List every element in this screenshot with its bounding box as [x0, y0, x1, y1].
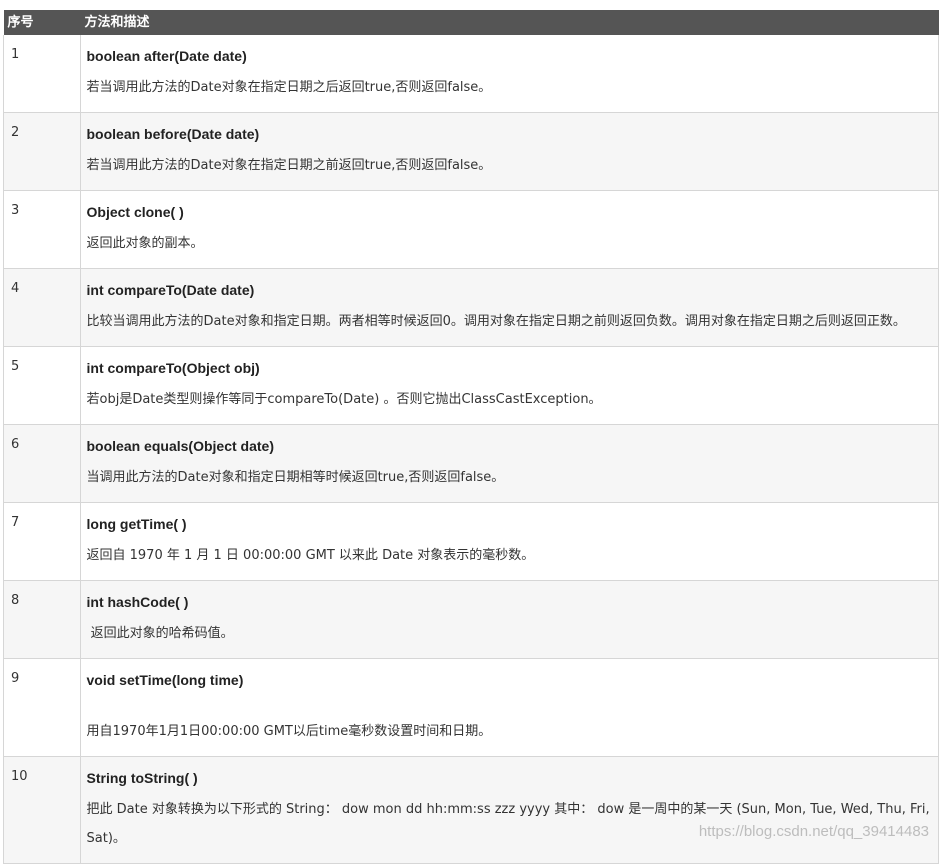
method-description: 返回此对象的副本。	[86, 236, 204, 251]
row-content: long getTime( ) 返回自 1970 年 1 月 1 日 00:00…	[80, 502, 939, 581]
row-number: 7	[3, 502, 81, 581]
method-description: 返回自 1970 年 1 月 1 日 00:00:00 GMT 以来此 Date…	[86, 548, 535, 563]
table-row: 4 int compareTo(Date date) 比较当调用此方法的Date…	[3, 268, 939, 347]
row-number: 5	[3, 346, 81, 425]
method-description: 用自1970年1月1日00:00:00 GMT以后time毫秒数设置时间和日期。	[86, 724, 492, 739]
method-signature: long getTime( )	[86, 516, 187, 532]
row-number: 3	[3, 190, 81, 269]
table-header-row: 序号 方法和描述	[3, 10, 939, 35]
row-number: 6	[3, 424, 81, 503]
method-signature: int hashCode( )	[86, 594, 189, 610]
table-row: 5 int compareTo(Object obj) 若obj是Date类型则…	[3, 346, 939, 425]
row-content: boolean before(Date date) 若当调用此方法的Date对象…	[80, 112, 939, 191]
row-content: boolean equals(Object date) 当调用此方法的Date对…	[80, 424, 939, 503]
row-number: 1	[3, 35, 81, 113]
row-content: String toString( ) 把此 Date 对象转换为以下形式的 St…	[80, 756, 939, 864]
method-signature: int compareTo(Date date)	[86, 282, 255, 298]
source-watermark: https://blog.csdn.net/qq_39414483	[698, 823, 929, 840]
method-signature: int compareTo(Object obj)	[86, 360, 260, 376]
method-description: 若当调用此方法的Date对象在指定日期之前返回true,否则返回false。	[86, 158, 492, 173]
row-number: 8	[3, 580, 81, 659]
method-description: 比较当调用此方法的Date对象和指定日期。两者相等时候返回0。调用对象在指定日期…	[86, 314, 906, 329]
row-number: 2	[3, 112, 81, 191]
row-number: 9	[3, 658, 81, 757]
methods-table-wrapper: 序号 方法和描述 1 boolean after(Date date) 若当调用…	[3, 10, 939, 864]
method-description: 返回此对象的哈希码值。	[86, 626, 234, 641]
method-signature: boolean equals(Object date)	[86, 438, 274, 454]
table-row: 1 boolean after(Date date) 若当调用此方法的Date对…	[3, 35, 939, 113]
row-content: int hashCode( ) 返回此对象的哈希码值。	[80, 580, 939, 659]
method-signature: void setTime(long time)	[86, 672, 244, 688]
row-number: 10	[3, 756, 81, 864]
table-row: 8 int hashCode( ) 返回此对象的哈希码值。	[3, 580, 939, 659]
method-description: 若obj是Date类型则操作等同于compareTo(Date) 。否则它抛出C…	[86, 392, 602, 407]
table-row: 6 boolean equals(Object date) 当调用此方法的Dat…	[3, 424, 939, 503]
header-method-description: 方法和描述	[80, 10, 939, 35]
row-content: void setTime(long time) 用自1970年1月1日00:00…	[80, 658, 939, 757]
row-content: int compareTo(Object obj) 若obj是Date类型则操作…	[80, 346, 939, 425]
table-row: 9 void setTime(long time) 用自1970年1月1日00:…	[3, 658, 939, 757]
method-signature: String toString( )	[86, 770, 198, 786]
row-content: Object clone( ) 返回此对象的副本。	[80, 190, 939, 269]
method-signature: Object clone( )	[86, 204, 184, 220]
row-content: int compareTo(Date date) 比较当调用此方法的Date对象…	[80, 268, 939, 347]
table-row: 2 boolean before(Date date) 若当调用此方法的Date…	[3, 112, 939, 191]
table-row: 10 String toString( ) 把此 Date 对象转换为以下形式的…	[3, 756, 939, 864]
method-description: 当调用此方法的Date对象和指定日期相等时候返回true,否则返回false。	[86, 470, 505, 485]
method-signature: boolean after(Date date)	[86, 48, 247, 64]
row-number: 4	[3, 268, 81, 347]
date-methods-table: 序号 方法和描述 1 boolean after(Date date) 若当调用…	[3, 10, 939, 864]
method-description: 若当调用此方法的Date对象在指定日期之后返回true,否则返回false。	[86, 80, 492, 95]
method-signature: boolean before(Date date)	[86, 126, 260, 142]
row-content: boolean after(Date date) 若当调用此方法的Date对象在…	[80, 35, 939, 113]
table-row: 3 Object clone( ) 返回此对象的副本。	[3, 190, 939, 269]
header-index: 序号	[3, 10, 81, 35]
table-row: 7 long getTime( ) 返回自 1970 年 1 月 1 日 00:…	[3, 502, 939, 581]
